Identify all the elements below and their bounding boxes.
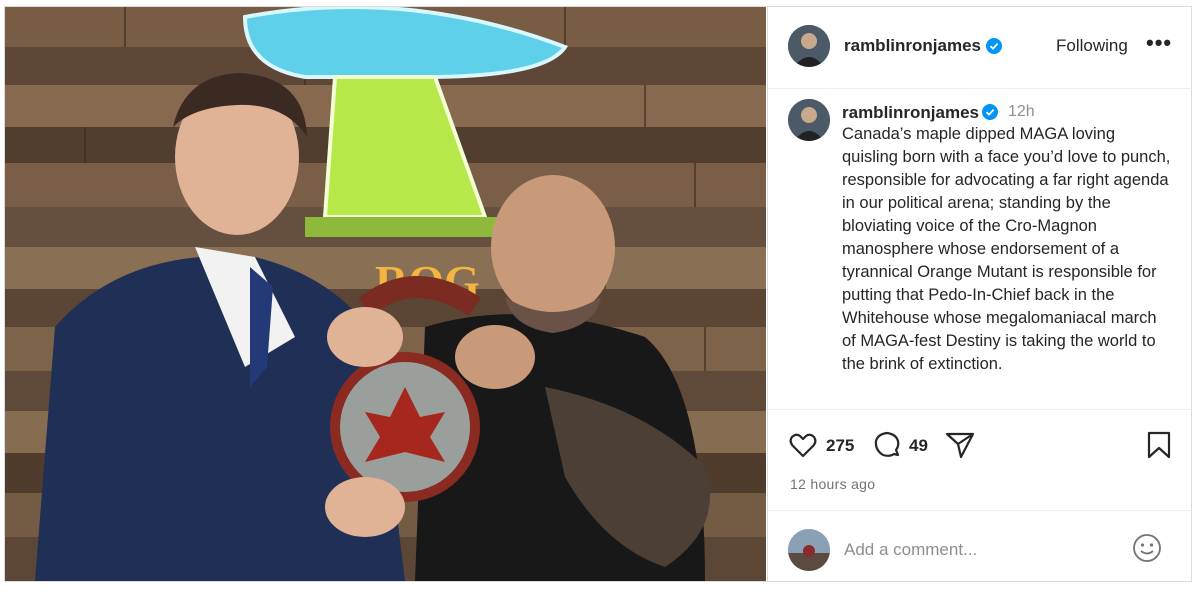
paper-plane-icon[interactable]: [944, 430, 976, 460]
comment-bar: [768, 510, 1192, 582]
instagram-post-window: ROG ramblinronjames Following ••• rambli…: [4, 6, 1192, 582]
post-photo-illustration: ROG: [5, 7, 766, 581]
post-photo[interactable]: ROG: [5, 7, 766, 581]
caption-author-avatar[interactable]: [788, 99, 830, 141]
post-caption: Canada’s maple dipped MAGA loving quisli…: [842, 125, 1171, 373]
author-username[interactable]: ramblinronjames: [844, 36, 981, 56]
post-actions: 275 49 12 hours ago: [768, 409, 1192, 581]
comment-bubble-icon[interactable]: [872, 430, 902, 460]
comment-input[interactable]: [844, 537, 1124, 563]
viewer-avatar: [788, 529, 830, 571]
following-button[interactable]: Following: [1056, 36, 1128, 56]
smiley-icon[interactable]: [1132, 533, 1162, 563]
post-timestamp[interactable]: 12 hours ago: [790, 476, 875, 492]
caption-time[interactable]: 12h: [1008, 103, 1035, 121]
verified-badge-icon: [986, 38, 1002, 54]
caption-username[interactable]: ramblinronjames: [842, 103, 979, 123]
more-options-icon[interactable]: •••: [1146, 31, 1174, 55]
verified-badge-icon: [982, 104, 998, 120]
comment-count[interactable]: 49: [909, 436, 928, 456]
post-header: ramblinronjames Following •••: [768, 7, 1192, 89]
bookmark-icon[interactable]: [1146, 430, 1172, 460]
like-count[interactable]: 275: [826, 436, 854, 456]
author-avatar[interactable]: [788, 25, 830, 67]
post-sidebar: ramblinronjames Following ••• ramblinron…: [767, 7, 1192, 581]
heart-icon[interactable]: [788, 430, 818, 460]
